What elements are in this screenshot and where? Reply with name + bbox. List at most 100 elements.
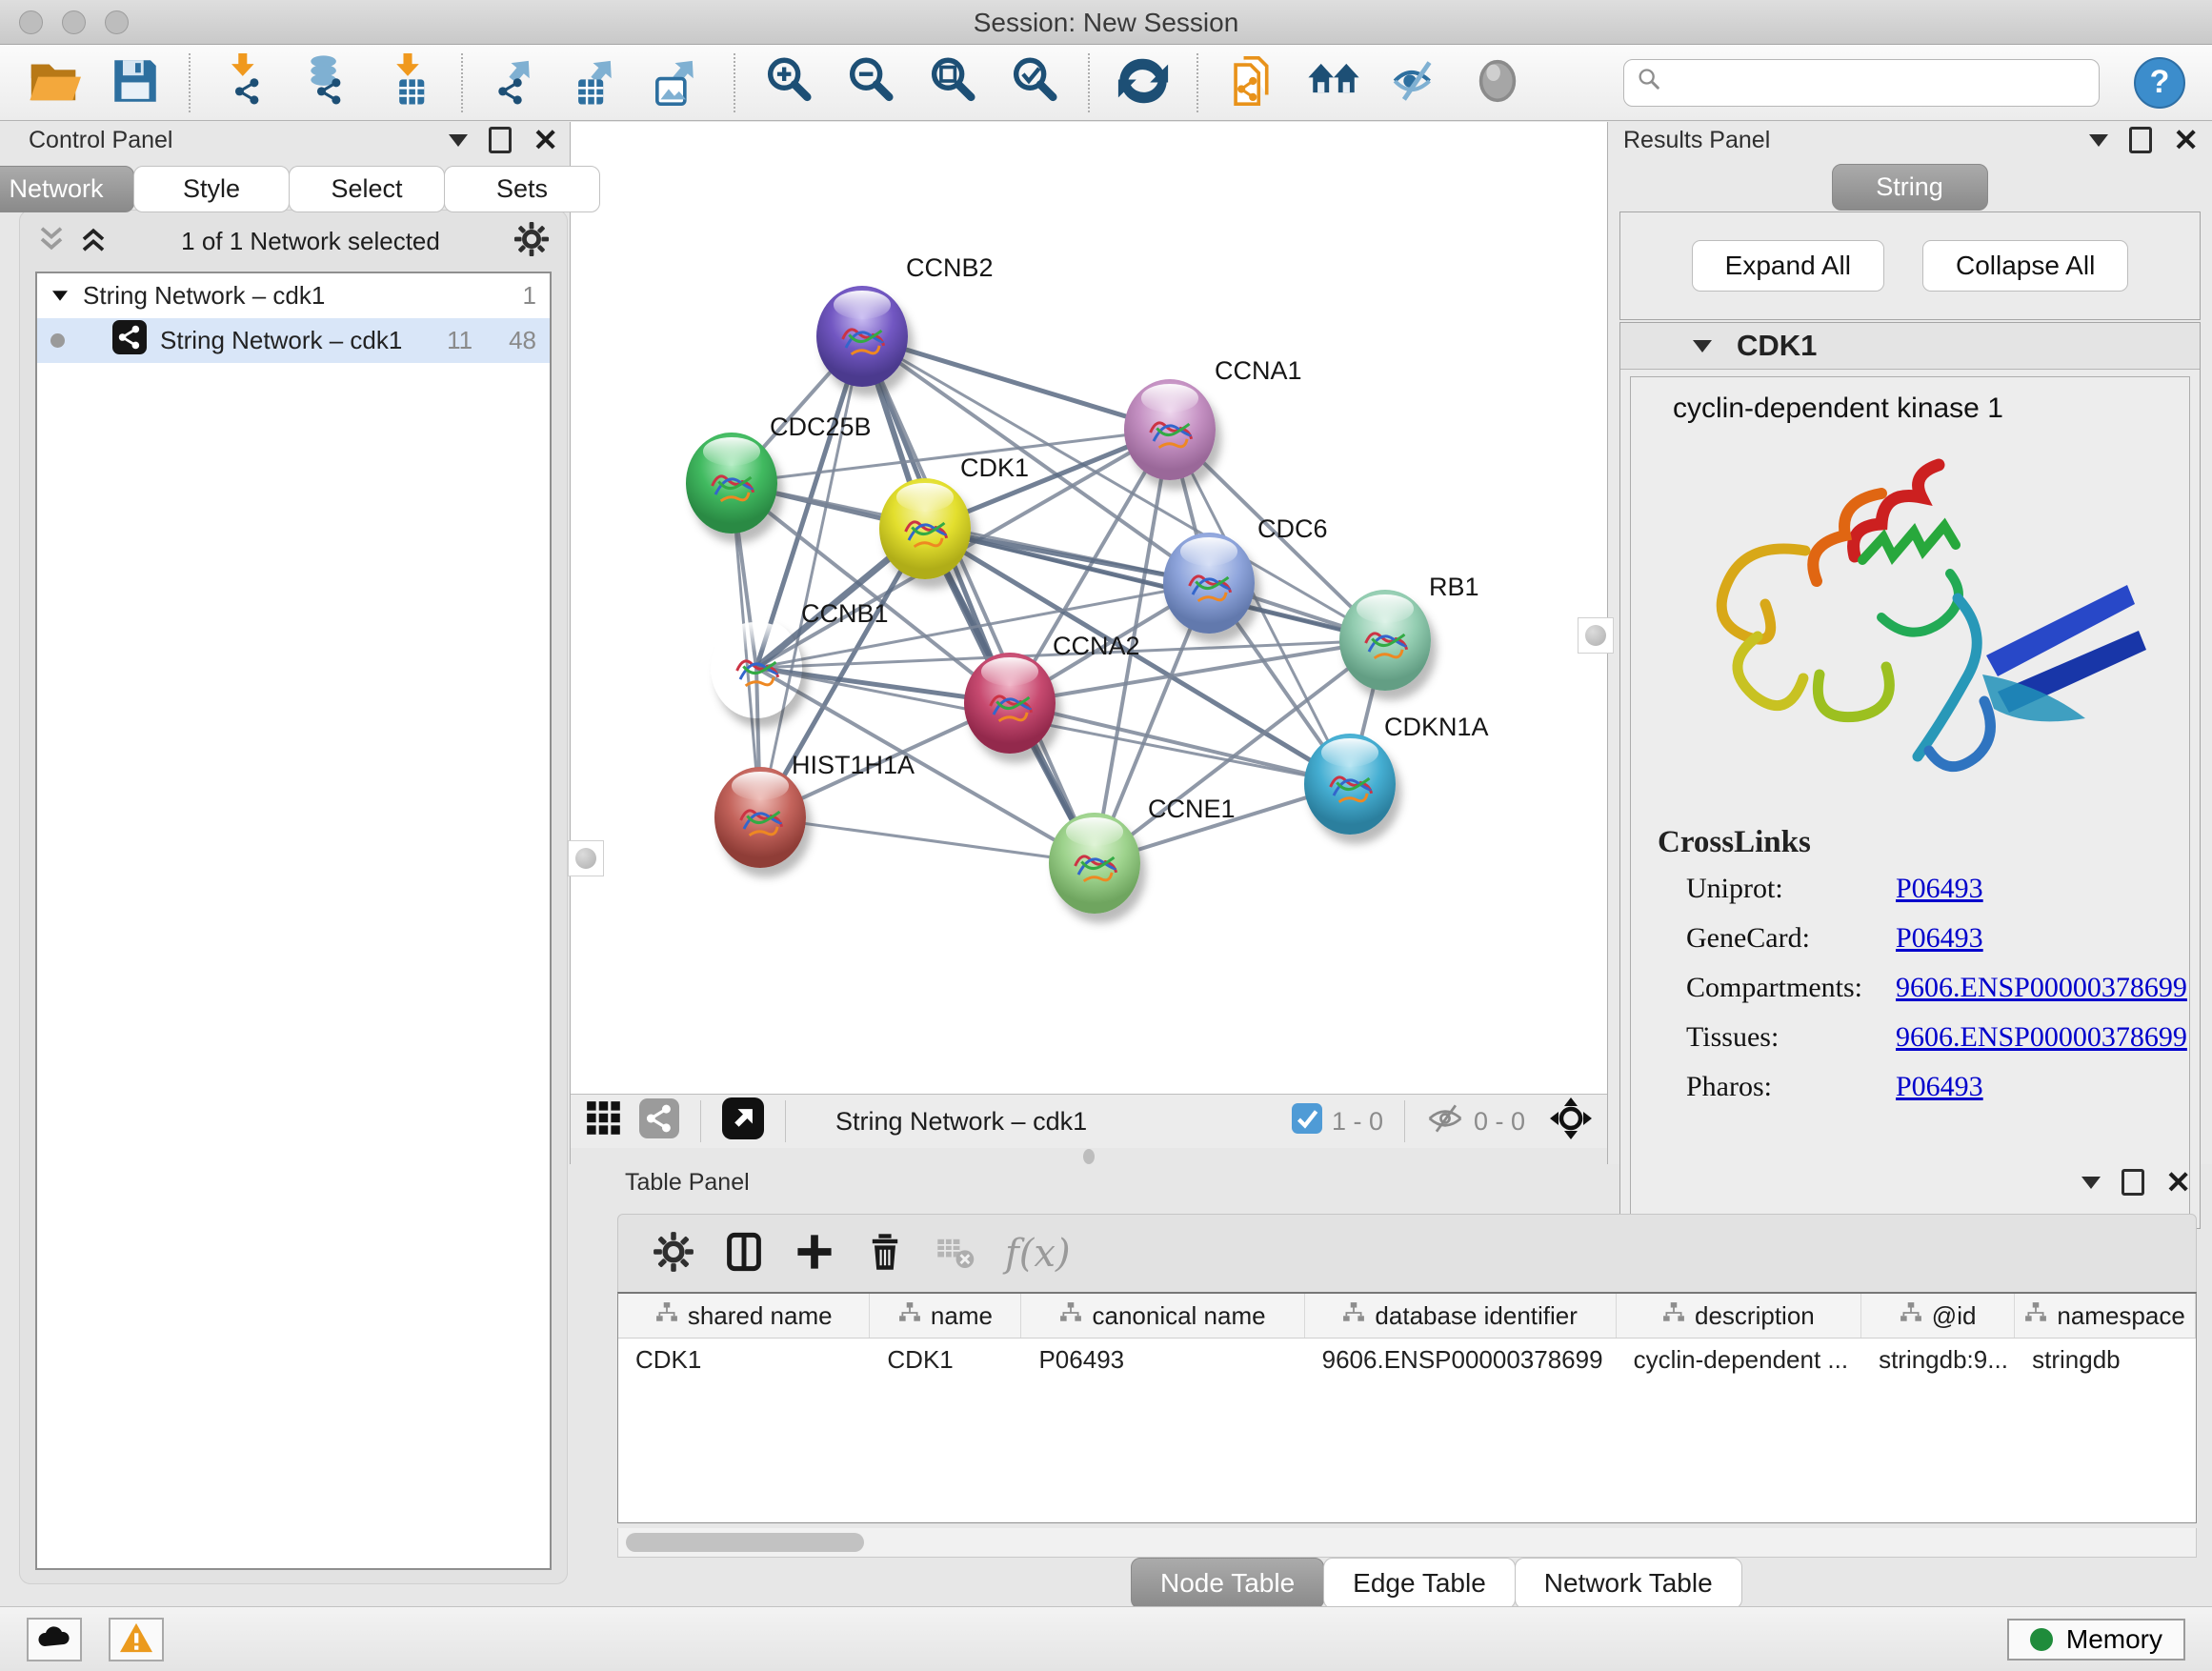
zoom-in-button[interactable] bbox=[754, 50, 823, 115]
float-panel-icon[interactable] bbox=[449, 134, 468, 147]
search-box[interactable] bbox=[1623, 59, 2100, 107]
import-network-from-file-button[interactable] bbox=[210, 50, 278, 115]
crosslink-value-link[interactable]: 9606.ENSP00000378699 bbox=[1896, 972, 2187, 1004]
expand-all-icon[interactable] bbox=[79, 225, 108, 258]
selected-checkbox-icon[interactable] bbox=[1292, 1103, 1322, 1140]
close-panel-icon[interactable]: ✕ bbox=[533, 130, 558, 151]
eye-slash-icon[interactable] bbox=[1426, 1103, 1464, 1140]
table-h-scrollbar[interactable] bbox=[617, 1528, 2197, 1558]
node-ccna2[interactable] bbox=[964, 653, 1056, 754]
column-header-database-identifier[interactable]: database identifier bbox=[1305, 1294, 1617, 1338]
warnings-button[interactable] bbox=[109, 1618, 164, 1661]
tab-network-table[interactable]: Network Table bbox=[1515, 1558, 1742, 1609]
cloud-icon bbox=[35, 1623, 73, 1655]
refresh-button[interactable] bbox=[1109, 50, 1177, 115]
dock-panel-icon[interactable] bbox=[2122, 1169, 2144, 1196]
table-gear-icon[interactable] bbox=[653, 1231, 694, 1278]
column-header-shared-name[interactable]: shared name bbox=[618, 1294, 870, 1338]
open-session-button[interactable] bbox=[19, 50, 88, 115]
crosslink-value-link[interactable]: P06493 bbox=[1896, 1071, 1983, 1103]
tab-string[interactable]: String bbox=[1832, 164, 1988, 211]
node-ccna1[interactable] bbox=[1124, 379, 1216, 480]
node-cdkn1a[interactable] bbox=[1304, 734, 1396, 835]
column-header-name[interactable]: name bbox=[870, 1294, 1021, 1338]
delete-column-icon[interactable] bbox=[864, 1231, 906, 1278]
node-hist1h1a[interactable] bbox=[714, 767, 806, 868]
import-network-from-database-button[interactable] bbox=[292, 50, 360, 115]
memory-button[interactable]: Memory bbox=[2007, 1619, 2185, 1661]
dock-panel-icon[interactable] bbox=[2129, 127, 2152, 153]
gear-icon[interactable] bbox=[513, 221, 550, 262]
right-splitter-handle[interactable] bbox=[1578, 617, 1614, 654]
node-cdc6[interactable] bbox=[1163, 533, 1255, 634]
zoom-out-button[interactable] bbox=[836, 50, 905, 115]
export-network-button[interactable] bbox=[482, 50, 551, 115]
tab-network[interactable]: Network bbox=[0, 166, 134, 212]
cloud-button[interactable] bbox=[27, 1618, 82, 1661]
node-cdc25b[interactable] bbox=[686, 433, 777, 534]
crosslink-value-link[interactable]: P06493 bbox=[1896, 922, 1983, 955]
edge-HIST1H1A-CCNE1[interactable] bbox=[760, 817, 1095, 863]
edge-CCNB2-HIST1H1A[interactable] bbox=[760, 336, 862, 817]
table-row[interactable]: CDK1CDK1P064939606.ENSP00000378699cyclin… bbox=[618, 1339, 2196, 1380]
eye-waves-icon bbox=[1388, 53, 1443, 111]
float-panel-icon[interactable] bbox=[2081, 1177, 2101, 1189]
column-header-namespace[interactable]: namespace bbox=[2015, 1294, 2196, 1338]
node-rb1[interactable] bbox=[1339, 590, 1431, 691]
scrollbar-thumb[interactable] bbox=[626, 1533, 864, 1552]
close-panel-icon[interactable]: ✕ bbox=[2173, 130, 2199, 151]
add-column-icon[interactable] bbox=[794, 1231, 835, 1278]
zoom-selected-button[interactable] bbox=[1000, 50, 1069, 115]
fit-content-button[interactable] bbox=[918, 50, 987, 115]
column-header--id[interactable]: @id bbox=[1861, 1294, 2015, 1338]
tree-expander-icon[interactable] bbox=[52, 291, 68, 300]
node-ccnb2[interactable] bbox=[816, 286, 908, 387]
refresh-icon bbox=[1116, 53, 1171, 111]
network-tree-row[interactable]: String Network – cdk1 11 48 bbox=[37, 318, 550, 363]
expand-all-button[interactable]: Expand All bbox=[1692, 240, 1884, 292]
close-panel-icon[interactable]: ✕ bbox=[2165, 1172, 2191, 1193]
edge-CCNA2-CDKN1A[interactable] bbox=[1010, 703, 1350, 784]
string-document-button[interactable] bbox=[1217, 50, 1286, 115]
network-tree-root-row[interactable]: String Network – cdk1 1 bbox=[37, 273, 550, 318]
column-header-canonical-name[interactable]: canonical name bbox=[1021, 1294, 1304, 1338]
edge-CCNB2-CCNE1[interactable] bbox=[862, 336, 1095, 863]
crosslink-value-link[interactable]: 9606.ENSP00000378699 bbox=[1896, 1021, 2187, 1054]
panel-resize-strip[interactable] bbox=[571, 1148, 1607, 1164]
select-columns-icon[interactable] bbox=[723, 1231, 765, 1278]
search-input[interactable] bbox=[1670, 67, 2087, 98]
export-image-button[interactable] bbox=[646, 50, 714, 115]
node-cdk1[interactable] bbox=[879, 478, 971, 579]
tab-edge-table[interactable]: Edge Table bbox=[1323, 1558, 1516, 1609]
node-label-ccna2: CCNA2 bbox=[1053, 632, 1140, 661]
tab-sets[interactable]: Sets bbox=[444, 166, 600, 212]
column-header-description[interactable]: description bbox=[1617, 1294, 1861, 1338]
tab-select[interactable]: Select bbox=[289, 166, 445, 212]
help-button[interactable]: ? bbox=[2134, 57, 2185, 109]
delete-table-icon bbox=[935, 1231, 976, 1278]
collapse-all-icon[interactable] bbox=[37, 225, 66, 258]
birdseye-button[interactable] bbox=[1463, 50, 1532, 115]
import-table-from-file-button[interactable] bbox=[373, 50, 442, 115]
left-splitter-handle[interactable] bbox=[568, 840, 604, 876]
show-graphics-button[interactable] bbox=[1381, 50, 1450, 115]
grid-view-icon[interactable] bbox=[584, 1098, 624, 1145]
network-canvas[interactable]: CCNB2CCNA1CDC25BCDK1CDC6RB1CCNB1CCNA2CDK… bbox=[571, 122, 1607, 1094]
tab-node-table[interactable]: Node Table bbox=[1131, 1558, 1324, 1609]
tab-style[interactable]: Style bbox=[133, 166, 290, 212]
homes-button[interactable] bbox=[1299, 50, 1368, 115]
save-session-button[interactable] bbox=[101, 50, 170, 115]
node-result-header[interactable]: CDK1 bbox=[1620, 323, 2200, 370]
export-table-button[interactable] bbox=[564, 50, 633, 115]
float-panel-icon[interactable] bbox=[2089, 134, 2108, 147]
crosslink-value-link[interactable]: P06493 bbox=[1896, 873, 1983, 905]
node-ccnb1[interactable] bbox=[711, 617, 802, 718]
collapse-all-button[interactable]: Collapse All bbox=[1922, 240, 2128, 292]
node-ccne1[interactable] bbox=[1049, 813, 1140, 914]
detach-view-icon[interactable] bbox=[722, 1097, 764, 1146]
share-view-icon[interactable] bbox=[639, 1098, 679, 1145]
collapse-entry-icon[interactable] bbox=[1693, 340, 1712, 352]
dock-panel-icon[interactable] bbox=[489, 127, 512, 153]
birdseye-crosshair-icon[interactable] bbox=[1548, 1096, 1594, 1148]
edge-CCNB2-CCNA1[interactable] bbox=[862, 336, 1170, 430]
